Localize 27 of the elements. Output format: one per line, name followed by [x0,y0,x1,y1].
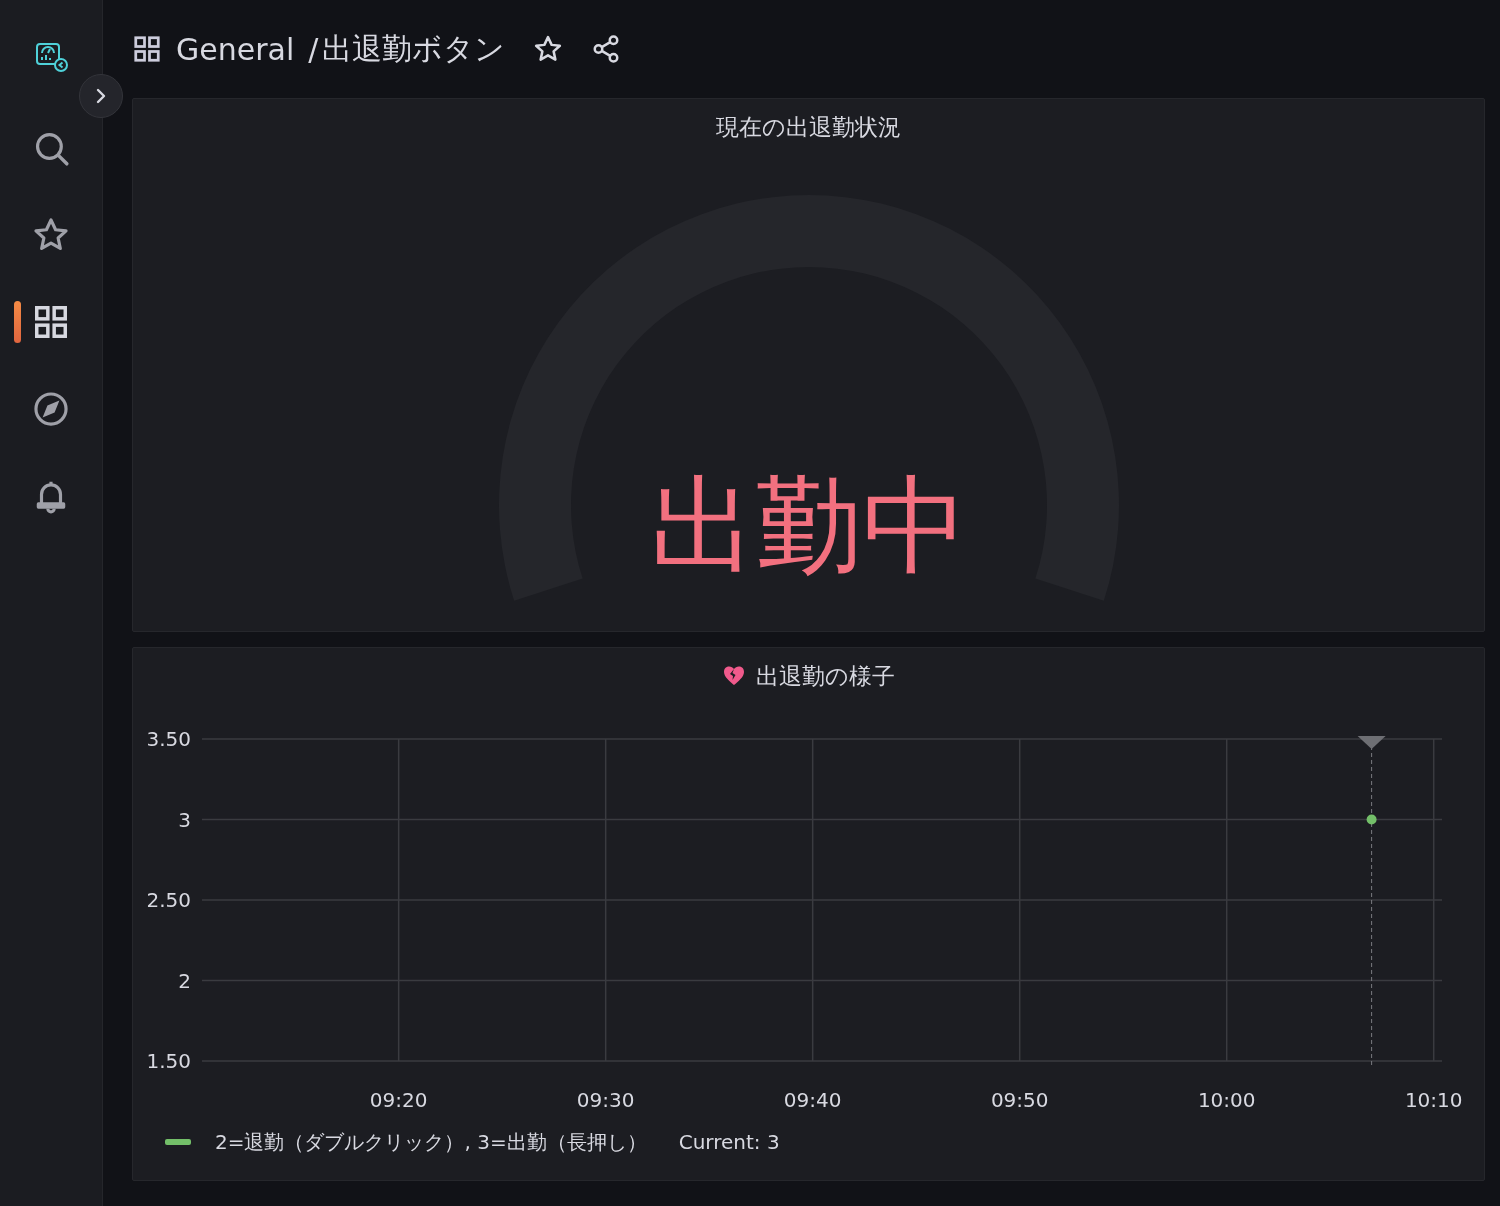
legend-label[interactable]: 2=退勤（ダブルクリック）, 3=出勤（長押し） [215,1128,647,1156]
x-axis-label: 09:50 [990,1088,1049,1112]
expand-button[interactable] [79,74,123,118]
y-axis-label: 3.50 [146,727,191,751]
breadcrumb-folder[interactable]: General [176,31,295,67]
x-axis-label: 09:40 [783,1088,842,1112]
y-axis-label: 2.50 [146,888,191,912]
x-axis-label: 09:20 [369,1088,428,1112]
active-indicator [14,301,21,343]
x-axis-label: 10:00 [1197,1088,1256,1112]
favorite-button[interactable] [533,34,564,64]
y-axis-label: 1.50 [146,1049,191,1073]
broken-heart-icon [722,665,746,687]
breadcrumb-separator: / [308,31,319,67]
star-icon [533,34,564,64]
grid-icon [132,34,162,64]
gauge-value: 出勤中 [649,464,968,587]
compass-icon [32,389,70,428]
data-point [1366,814,1377,825]
x-axis-label: 10:10 [1404,1088,1463,1112]
x-axis-label: 09:30 [576,1088,635,1112]
y-axis-label: 3 [178,807,191,832]
dashboard-title: 出退勤ボタン [322,29,506,68]
y-axis-label: 2 [178,968,191,993]
legend-current-value: Current: 3 [678,1130,780,1154]
panel-title: 現在の出退勤状況 [716,112,901,142]
panel-title: 出退勤の様子 [756,661,895,691]
